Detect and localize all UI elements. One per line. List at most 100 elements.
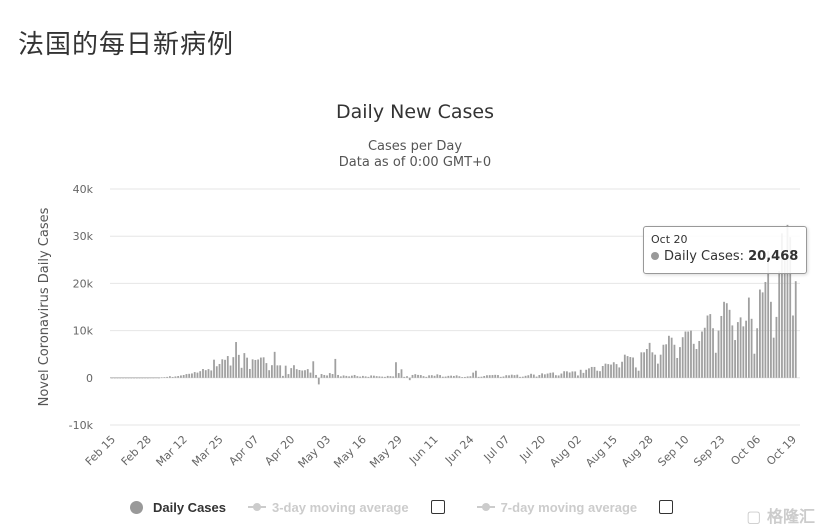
bar-may-28[interactable] bbox=[395, 362, 397, 378]
bar-may-22[interactable] bbox=[378, 376, 381, 378]
bar-apr-5[interactable] bbox=[248, 368, 251, 378]
bar-jun-21[interactable] bbox=[461, 377, 464, 378]
bar-may-1[interactable] bbox=[320, 374, 323, 378]
bar-apr-14[interactable] bbox=[273, 351, 276, 378]
bar-aug-22[interactable] bbox=[632, 357, 634, 378]
bar-aug-25[interactable] bbox=[640, 352, 643, 378]
bar-apr-23[interactable] bbox=[298, 370, 301, 378]
bar-jul-20[interactable] bbox=[541, 373, 543, 378]
bar-apr-10[interactable] bbox=[262, 357, 265, 378]
bar-sep-14[interactable] bbox=[695, 349, 698, 378]
bar-aug-17[interactable] bbox=[618, 367, 621, 378]
bar-jun-8[interactable] bbox=[425, 376, 428, 378]
bar-jun-12[interactable] bbox=[436, 374, 439, 378]
bar-aug-29[interactable] bbox=[651, 352, 654, 378]
bar-sep-3[interactable] bbox=[665, 344, 668, 378]
bar-jul-18[interactable] bbox=[535, 376, 538, 378]
bar-apr-7[interactable] bbox=[254, 359, 257, 378]
bar-aug-5[interactable] bbox=[585, 369, 588, 378]
bar-mar-27[interactable] bbox=[224, 359, 226, 378]
bar-may-14[interactable] bbox=[356, 376, 359, 378]
bar-jul-21[interactable] bbox=[543, 374, 546, 378]
bar-sep-1[interactable] bbox=[659, 354, 662, 378]
bar-jun-4[interactable] bbox=[414, 374, 417, 378]
bar-oct-1[interactable] bbox=[742, 326, 745, 378]
bar-jun-17[interactable] bbox=[450, 375, 453, 378]
bar-sep-30[interactable] bbox=[739, 317, 742, 378]
bar-mar-22[interactable] bbox=[210, 370, 213, 378]
bar-jun-28[interactable] bbox=[480, 376, 483, 378]
bar-aug-15[interactable] bbox=[612, 362, 615, 378]
bar-jun-14[interactable] bbox=[441, 376, 444, 378]
bar-jul-6[interactable] bbox=[502, 376, 505, 378]
bar-mar-8[interactable] bbox=[171, 376, 174, 378]
bar-mar-12[interactable] bbox=[182, 374, 185, 378]
bar-apr-27[interactable] bbox=[309, 372, 312, 378]
bar-mar-14[interactable] bbox=[188, 373, 191, 378]
bar-jul-12[interactable] bbox=[519, 376, 521, 378]
bar-oct-20[interactable] bbox=[794, 281, 797, 378]
bar-aug-26[interactable] bbox=[643, 352, 645, 378]
bar-aug-23[interactable] bbox=[634, 367, 637, 378]
bar-mar-19[interactable] bbox=[202, 369, 204, 378]
bar-may-20[interactable] bbox=[373, 375, 375, 378]
bar-mar-24[interactable] bbox=[215, 366, 218, 378]
bar-sep-28[interactable] bbox=[734, 340, 736, 378]
bar-jun-29[interactable] bbox=[483, 376, 486, 378]
bar-jun-7[interactable] bbox=[422, 376, 425, 378]
bar-apr-28[interactable] bbox=[312, 361, 315, 378]
bar-oct-14[interactable] bbox=[778, 271, 781, 378]
bar-apr-8[interactable] bbox=[257, 359, 260, 378]
bar-apr-18[interactable] bbox=[284, 365, 287, 378]
bar-aug-13[interactable] bbox=[607, 364, 610, 378]
bar-aug-24[interactable] bbox=[637, 370, 640, 378]
bar-sep-20[interactable] bbox=[712, 328, 714, 378]
bar-may-19[interactable] bbox=[370, 375, 373, 378]
bar-apr-4[interactable] bbox=[246, 357, 248, 378]
bar-aug-20[interactable] bbox=[626, 356, 629, 378]
bar-jul-15[interactable] bbox=[527, 375, 530, 378]
bar-jul-13[interactable] bbox=[521, 376, 524, 378]
bar-jun-25[interactable] bbox=[472, 372, 475, 378]
bar-jun-30[interactable] bbox=[486, 375, 488, 378]
bar-apr-1[interactable] bbox=[237, 354, 240, 378]
bar-jul-10[interactable] bbox=[513, 375, 516, 378]
bar-may-18[interactable] bbox=[367, 376, 370, 378]
bar-may-30[interactable] bbox=[400, 369, 403, 378]
bar-jul-11[interactable] bbox=[516, 374, 519, 378]
bar-sep-22[interactable] bbox=[717, 330, 720, 378]
bar-aug-16[interactable] bbox=[615, 364, 618, 378]
bar-jun-26[interactable] bbox=[475, 370, 477, 378]
bar-apr-16[interactable] bbox=[279, 365, 282, 378]
bar-jul-28[interactable] bbox=[563, 371, 566, 378]
bar-jun-13[interactable] bbox=[439, 375, 441, 378]
bar-jul-7[interactable] bbox=[505, 375, 508, 378]
bar-jun-3[interactable] bbox=[411, 374, 414, 378]
bar-aug-19[interactable] bbox=[623, 354, 626, 378]
bar-jul-22[interactable] bbox=[546, 373, 549, 378]
bar-may-25[interactable] bbox=[386, 375, 389, 378]
bar-jun-2[interactable] bbox=[408, 377, 411, 381]
bar-mar-13[interactable] bbox=[185, 374, 188, 378]
bar-mar-9[interactable] bbox=[174, 376, 177, 378]
bar-oct-7[interactable] bbox=[759, 289, 761, 378]
bar-aug-30[interactable] bbox=[654, 354, 657, 378]
bar-may-8[interactable] bbox=[339, 376, 342, 378]
bar-may-24[interactable] bbox=[384, 376, 386, 378]
bar-aug-12[interactable] bbox=[604, 363, 607, 378]
bar-mar-16[interactable] bbox=[193, 372, 196, 378]
bar-jun-18[interactable] bbox=[452, 375, 455, 378]
bar-jun-19[interactable] bbox=[455, 375, 458, 378]
bar-jul-4[interactable] bbox=[497, 375, 499, 378]
bar-jul-30[interactable] bbox=[568, 372, 571, 378]
bar-apr-21[interactable] bbox=[293, 365, 295, 378]
bar-jun-24[interactable] bbox=[469, 376, 472, 378]
bar-oct-3[interactable] bbox=[747, 297, 750, 378]
bar-sep-10[interactable] bbox=[684, 331, 687, 378]
legend-item-daily-cases[interactable]: Daily Cases bbox=[130, 500, 226, 515]
bar-may-17[interactable] bbox=[364, 376, 367, 378]
bar-sep-6[interactable] bbox=[673, 344, 676, 378]
bar-aug-11[interactable] bbox=[601, 366, 604, 378]
bar-jul-16[interactable] bbox=[530, 373, 532, 378]
bar-sep-21[interactable] bbox=[714, 352, 717, 378]
